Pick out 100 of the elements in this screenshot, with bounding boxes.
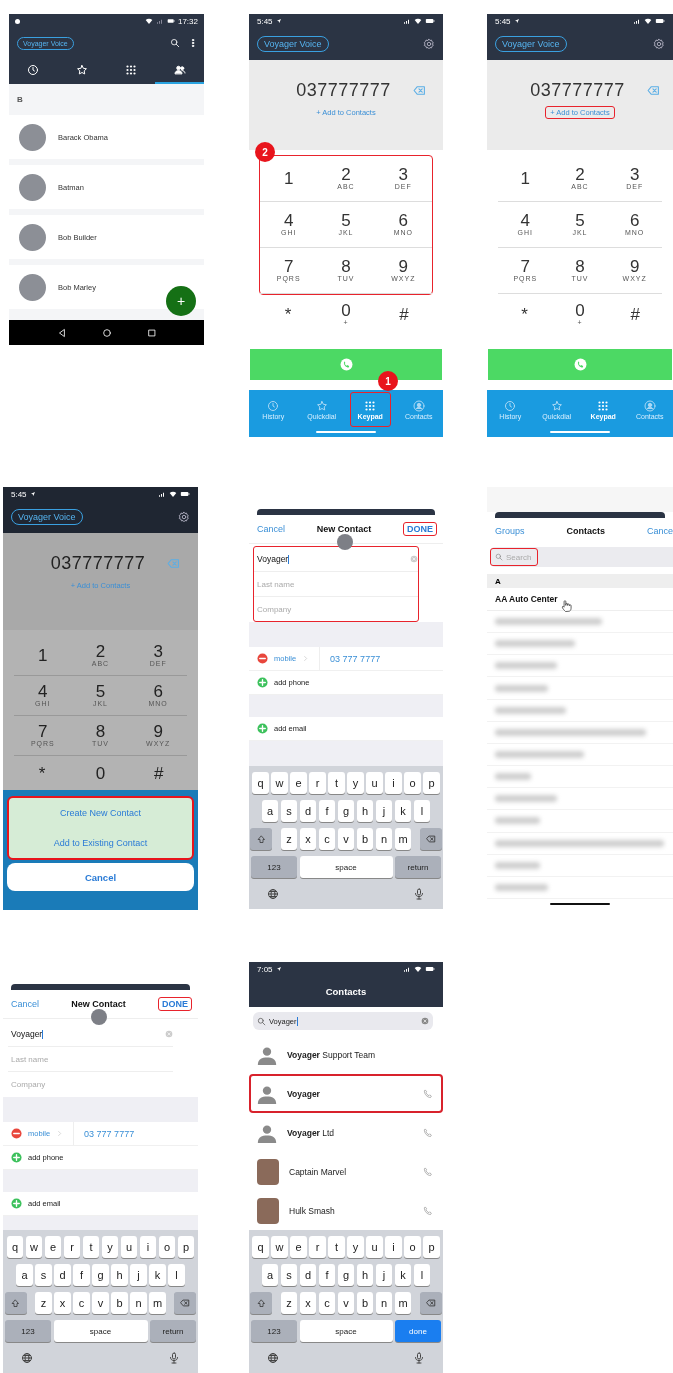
cancel-link[interactable]: Cancel xyxy=(11,999,39,1009)
contact-row[interactable]: Hulk Smash xyxy=(249,1191,443,1230)
keyboard-key[interactable]: a xyxy=(16,1264,33,1286)
keyboard-key[interactable]: u xyxy=(366,772,383,794)
keyboard-key[interactable]: c xyxy=(318,828,336,850)
keypad-key[interactable]: 1 xyxy=(14,636,72,676)
text-field[interactable]: Voyager xyxy=(8,1022,173,1047)
keyboard-key[interactable]: w xyxy=(271,772,288,794)
action-option[interactable]: Create New Contact xyxy=(9,798,192,828)
keyboard-key[interactable]: c xyxy=(318,1292,336,1314)
keyboard-key[interactable]: d xyxy=(299,1264,317,1286)
keyboard-key[interactable]: i xyxy=(385,1236,402,1258)
contact-row[interactable]: Voyager xyxy=(249,1074,443,1113)
return-key[interactable]: return xyxy=(395,856,441,878)
keyboard-key[interactable]: v xyxy=(337,828,355,850)
keyboard-key[interactable]: w xyxy=(271,1236,288,1258)
keyboard-key[interactable]: l xyxy=(413,800,431,822)
keyboard-key[interactable]: h xyxy=(356,1264,374,1286)
keyboard-key[interactable]: u xyxy=(366,1236,383,1258)
keyboard-key[interactable]: t xyxy=(82,1236,100,1258)
delete-key[interactable] xyxy=(419,828,442,850)
keyboard-key[interactable]: a xyxy=(261,1264,279,1286)
text-field[interactable]: Voyager xyxy=(254,547,418,572)
keyboard-key[interactable]: z xyxy=(280,828,298,850)
keyboard-key[interactable]: l xyxy=(413,1264,431,1286)
keyboard-key[interactable]: r xyxy=(309,1236,326,1258)
keyboard-key[interactable]: x xyxy=(299,828,317,850)
keyboard-key[interactable]: g xyxy=(337,1264,355,1286)
keyboard-key[interactable]: g xyxy=(92,1264,109,1286)
keyboard-key[interactable]: n xyxy=(130,1292,147,1314)
keyboard-key[interactable]: s xyxy=(280,800,298,822)
keyboard-key[interactable]: y xyxy=(101,1236,119,1258)
space-key[interactable]: space xyxy=(53,1320,148,1342)
keyboard-key[interactable]: b xyxy=(111,1292,128,1314)
return-key[interactable]: done xyxy=(395,1320,441,1342)
delete-key[interactable] xyxy=(419,1292,442,1314)
keyboard-key[interactable]: y xyxy=(347,1236,364,1258)
done-button[interactable]: DONE xyxy=(157,997,192,1011)
keyboard-key[interactable]: b xyxy=(356,1292,374,1314)
keyboard-key[interactable]: d xyxy=(54,1264,71,1286)
keyboard-key[interactable]: q xyxy=(252,772,269,794)
keyboard-key[interactable]: p xyxy=(423,772,440,794)
keyboard-key[interactable]: h xyxy=(111,1264,128,1286)
keyboard-key[interactable]: f xyxy=(318,1264,336,1286)
space-key[interactable]: space xyxy=(299,856,393,878)
keyboard-key[interactable]: d xyxy=(299,800,317,822)
keyboard-key[interactable]: k xyxy=(394,1264,412,1286)
keyboard-key[interactable]: n xyxy=(375,828,393,850)
keyboard-key[interactable]: m xyxy=(149,1292,166,1314)
keyboard-key[interactable]: u xyxy=(120,1236,138,1258)
keyboard-key[interactable]: x xyxy=(299,1292,317,1314)
keyboard-key[interactable]: r xyxy=(309,772,326,794)
keyboard-key[interactable]: v xyxy=(92,1292,109,1314)
keyboard-key[interactable]: e xyxy=(290,1236,307,1258)
keyboard-key[interactable]: h xyxy=(356,800,374,822)
keypad-key[interactable]: * xyxy=(259,295,317,334)
keyboard-key[interactable]: e xyxy=(290,772,307,794)
keyboard-key[interactable]: g xyxy=(337,800,355,822)
keypad-key[interactable]: 0 xyxy=(71,757,130,790)
keyboard-key[interactable]: s xyxy=(35,1264,52,1286)
contact-row[interactable]: Voyager Ltd xyxy=(249,1113,443,1152)
cancel-button[interactable]: Cancel xyxy=(7,863,194,891)
shift-key[interactable] xyxy=(4,1292,27,1314)
keyboard-key[interactable]: v xyxy=(337,1292,355,1314)
keypad-key[interactable]: # xyxy=(607,295,663,334)
keypad-key[interactable]: * xyxy=(13,757,72,790)
keyboard-key[interactable]: f xyxy=(73,1264,90,1286)
done-button[interactable]: DONE xyxy=(402,522,437,536)
space-key[interactable]: space xyxy=(299,1320,393,1342)
keyboard-key[interactable]: z xyxy=(280,1292,298,1314)
keyboard-key[interactable]: b xyxy=(356,828,374,850)
keyboard-key[interactable]: r xyxy=(63,1236,81,1258)
keypad-key[interactable]: # xyxy=(375,295,433,334)
keyboard-key[interactable]: y xyxy=(347,772,364,794)
shift-key[interactable] xyxy=(250,828,273,850)
keypad-key[interactable]: # xyxy=(129,757,188,790)
keyboard-key[interactable]: q xyxy=(6,1236,24,1258)
return-key[interactable]: return xyxy=(150,1320,196,1342)
keyboard-key[interactable]: p xyxy=(177,1236,195,1258)
add-button[interactable]: + xyxy=(166,286,196,316)
contact-row[interactable]: Voyager Support Team xyxy=(249,1035,443,1074)
keyboard-key[interactable]: i xyxy=(139,1236,157,1258)
keyboard-key[interactable]: t xyxy=(328,1236,345,1258)
keyboard-key[interactable]: l xyxy=(168,1264,185,1286)
cancel-link[interactable]: Cance xyxy=(646,526,673,536)
contact-name[interactable]: AA Auto Center xyxy=(495,594,558,604)
cancel-link[interactable]: Cancel xyxy=(257,524,285,534)
action-option[interactable]: Add to Existing Contact xyxy=(9,828,192,858)
keyboard-key[interactable]: j xyxy=(375,1264,393,1286)
keyboard-key[interactable]: c xyxy=(73,1292,90,1314)
keyboard-key[interactable]: p xyxy=(423,1236,440,1258)
keyboard-key[interactable]: k xyxy=(149,1264,166,1286)
keyboard-key[interactable]: w xyxy=(25,1236,43,1258)
keyboard-key[interactable]: n xyxy=(375,1292,393,1314)
keyboard-key[interactable]: m xyxy=(394,1292,412,1314)
keypad-key[interactable]: * xyxy=(497,295,553,334)
numbers-key[interactable]: 123 xyxy=(251,856,297,878)
shift-key[interactable] xyxy=(250,1292,273,1314)
keyboard-key[interactable]: j xyxy=(130,1264,147,1286)
keyboard-key[interactable]: x xyxy=(54,1292,71,1314)
